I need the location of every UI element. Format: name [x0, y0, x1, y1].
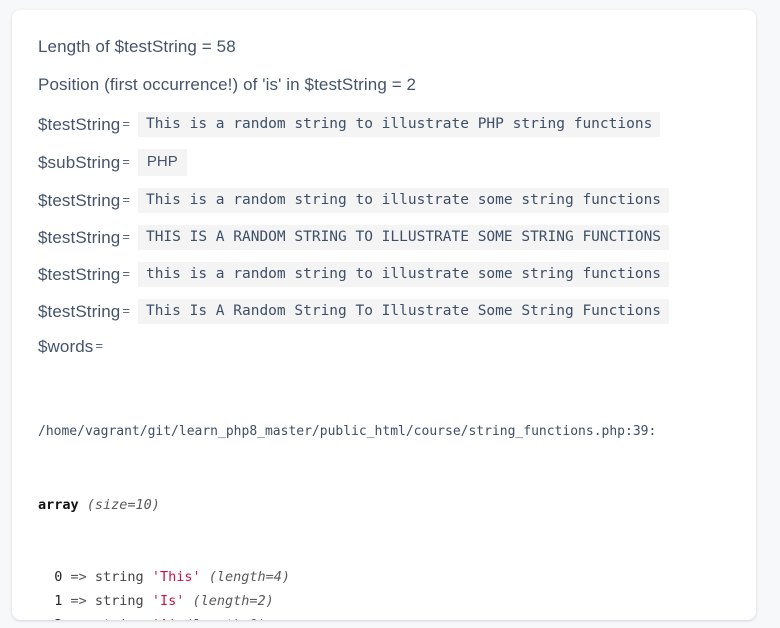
variable-list: $testString = This is a random string to …	[38, 112, 732, 357]
entry-type: string	[94, 569, 152, 585]
variable-value: This is a random string to illustrate so…	[137, 188, 670, 213]
var-dump-rows: 0 => string 'This' (length=4) 1 => strin…	[38, 565, 732, 620]
variable-label: $subString	[38, 153, 121, 172]
variable-row: $testString = This Is A Random String To …	[38, 299, 732, 324]
var-dump-output: /home/vagrant/git/learn_php8_master/publ…	[38, 373, 732, 620]
variable-value: this is a random string to illustrate so…	[137, 262, 670, 287]
position-summary-line: Position (first occurrence!) of 'is' in …	[38, 75, 417, 94]
entry-value: 'Is'	[151, 593, 185, 609]
variable-label: $testString	[38, 302, 121, 321]
entry-index: 2	[38, 617, 62, 620]
entry-value: 'A'	[152, 617, 176, 620]
variable-row: $testString = THIS IS A RANDOM STRING TO …	[38, 225, 732, 250]
entry-length: (length=2)	[184, 593, 274, 609]
entry-length: (length=1)	[176, 617, 265, 620]
var-dump-entry: 2 => string 'A' (length=1)	[38, 613, 732, 620]
output-card: Length of $testString = 58 Position (fir…	[12, 10, 756, 620]
entry-type: string	[95, 617, 152, 620]
entry-length: (length=4)	[200, 569, 290, 585]
equals-sign: =	[122, 116, 130, 131]
var-dump-entry: 1 => string 'Is' (length=2)	[38, 589, 732, 613]
variable-value: THIS IS A RANDOM STRING TO ILLUSTRATE SO…	[137, 225, 670, 250]
variable-value: This is a random string to illustrate PH…	[137, 112, 661, 137]
variable-row: $testString = this is a random string to …	[38, 262, 732, 287]
equals-sign: =	[122, 266, 130, 281]
card-content: Length of $testString = 58 Position (fir…	[12, 10, 756, 620]
equals-sign: =	[122, 154, 130, 169]
var-dump-entry: 0 => string 'This' (length=4)	[38, 565, 732, 589]
entry-arrow: =>	[62, 569, 95, 585]
variable-row: $testString = This is a random string to …	[38, 188, 732, 213]
equals-sign: =	[122, 303, 130, 318]
entry-arrow: =>	[62, 593, 95, 609]
variable-label: $testString	[38, 228, 121, 247]
equals-sign: =	[95, 338, 103, 353]
variable-row: $words =	[38, 336, 732, 357]
entry-index: 0	[38, 569, 63, 585]
variable-label: $words	[38, 337, 94, 356]
variable-value: This Is A Random String To Illustrate So…	[137, 299, 670, 324]
equals-sign: =	[122, 192, 130, 207]
var-dump-space	[79, 497, 87, 513]
variable-label: $testString	[38, 115, 121, 134]
var-dump-type-keyword: array	[38, 497, 79, 513]
entry-value: 'This'	[151, 569, 201, 585]
length-summary-line: Length of $testString = 58	[38, 37, 236, 56]
entry-type: string	[94, 593, 152, 609]
variable-value: PHP	[137, 149, 187, 176]
var-dump-header: array (size=10)	[38, 493, 732, 517]
variable-row: $testString = This is a random string to …	[38, 112, 732, 137]
variable-label: $testString	[38, 191, 121, 210]
var-dump-size-meta: (size=10)	[86, 497, 160, 513]
equals-sign: =	[122, 229, 130, 244]
variable-label: $testString	[38, 265, 121, 284]
var-dump-source-path: /home/vagrant/git/learn_php8_master/publ…	[38, 424, 657, 439]
entry-arrow: =>	[62, 617, 95, 620]
variable-row: $subString = PHP	[38, 149, 732, 176]
entry-index: 1	[38, 593, 63, 609]
